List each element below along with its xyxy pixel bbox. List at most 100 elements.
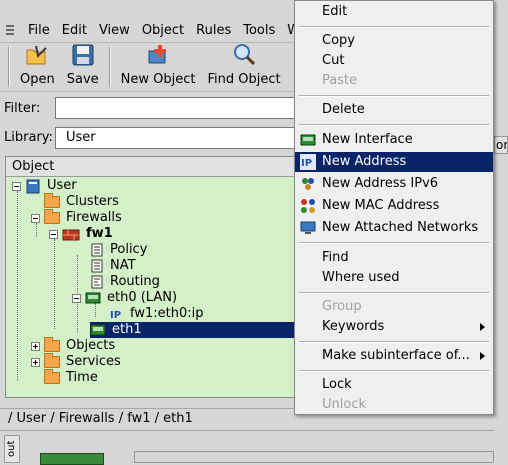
- new-object-button-label: New Object: [120, 72, 196, 87]
- expand-icon[interactable]: [31, 341, 40, 351]
- magnifier-icon: [234, 44, 256, 66]
- folder-icon: [44, 337, 60, 352]
- tree-item-label: Time: [66, 370, 98, 385]
- tree-item-nat[interactable]: NAT: [90, 258, 136, 274]
- right-edge-area: or: [494, 0, 508, 462]
- folder-icon: [44, 193, 60, 208]
- menu-item-copy[interactable]: Copy: [295, 31, 493, 51]
- tree-item-label: NAT: [110, 258, 136, 273]
- menu-item-where-used[interactable]: Where used: [295, 268, 493, 288]
- menu-item-paste[interactable]: Paste: [295, 71, 493, 91]
- tree-item-eth1[interactable]: eth1: [90, 322, 304, 338]
- tree-item-label: eth0 (LAN): [107, 290, 178, 305]
- filter-input[interactable]: [55, 97, 305, 119]
- menu-item-label: New Interface: [322, 132, 413, 147]
- menu-item-delete[interactable]: Delete: [295, 100, 493, 120]
- menu-object[interactable]: Object: [136, 20, 190, 42]
- tree-item-label: Clusters: [66, 194, 119, 209]
- menu-separator: [299, 124, 489, 126]
- menu-separator: [299, 95, 489, 97]
- menu-item-new-address-ipv6[interactable]: New Address IPv6: [295, 174, 493, 194]
- tree-item-clusters[interactable]: Clusters: [31, 193, 119, 210]
- find-object-button-label: Find Object: [207, 72, 281, 87]
- firewall-builder-window: File Edit View Object Rules Tools Wind O…: [0, 0, 508, 465]
- menu-tools[interactable]: Tools: [237, 20, 281, 42]
- tree-item-user[interactable]: User: [12, 178, 77, 194]
- menu-item-new-attached-networks[interactable]: New Attached Networks: [295, 218, 493, 238]
- tree-guide-line: [17, 191, 18, 381]
- save-disk-icon: [72, 44, 94, 66]
- ip-address-icon: IP: [300, 154, 316, 170]
- menu-rules[interactable]: Rules: [190, 20, 237, 42]
- menu-item-label: New Address: [322, 154, 407, 169]
- tree-item-firewalls[interactable]: Firewalls: [31, 209, 122, 226]
- menu-item-group[interactable]: Group: [295, 297, 493, 317]
- menu-item-label: New MAC Address: [322, 198, 440, 213]
- tree-item-policy[interactable]: Policy: [90, 242, 147, 258]
- filter-label: Filter:: [4, 101, 41, 116]
- mac-address-icon: [301, 199, 315, 213]
- menu-item-new-mac-address[interactable]: New MAC Address: [295, 196, 493, 216]
- folder-icon: [44, 369, 60, 384]
- ip-address-icon: IP: [110, 310, 121, 321]
- tree-column-header[interactable]: Object: [6, 157, 304, 177]
- interface-icon: [85, 292, 101, 304]
- collapse-icon[interactable]: [12, 181, 21, 191]
- menu-item-make-subinterface[interactable]: Make subinterface of...: [295, 346, 493, 366]
- tree-item-label: Policy: [110, 242, 148, 257]
- collapse-icon[interactable]: [49, 229, 58, 239]
- tree-item-routing[interactable]: Routing: [90, 274, 160, 290]
- menu-edit[interactable]: Edit: [56, 20, 93, 42]
- menu-separator: [299, 26, 489, 28]
- collapse-icon[interactable]: [31, 213, 40, 223]
- tree-item-label: Routing: [110, 274, 160, 289]
- menu-file[interactable]: File: [22, 20, 56, 42]
- object-tree[interactable]: Object User Clusters Firewalls fw1 Polic…: [5, 156, 305, 398]
- open-folder-icon: [26, 45, 48, 65]
- tree-item-label: User: [47, 178, 77, 193]
- tree-item-label: eth1: [112, 322, 142, 337]
- find-object-button[interactable]: Find Object: [201, 42, 286, 91]
- tree-item-time[interactable]: Time: [31, 369, 98, 386]
- new-object-button[interactable]: New Object: [115, 42, 202, 91]
- menu-item-lock[interactable]: Lock: [295, 375, 493, 395]
- menu-separator: [299, 292, 489, 294]
- expand-icon[interactable]: [31, 357, 40, 367]
- open-button[interactable]: Open: [14, 42, 61, 91]
- panel-icon: [40, 453, 104, 465]
- library-select[interactable]: User: [55, 127, 305, 149]
- tree-item-eth0[interactable]: eth0 (LAN): [72, 290, 177, 306]
- tree-item-label: Firewalls: [66, 210, 122, 225]
- context-menu: Edit Copy Cut Paste Delete New Interface…: [294, 0, 494, 415]
- collapse-icon[interactable]: [72, 293, 81, 303]
- save-button[interactable]: Save: [61, 42, 105, 91]
- tree-guide-line: [54, 239, 55, 329]
- menu-view[interactable]: View: [93, 20, 136, 42]
- menu-item-label: New Attached Networks: [322, 220, 479, 235]
- menu-item-label: Make subinterface of...: [322, 348, 470, 363]
- menu-item-edit[interactable]: Edit: [295, 2, 493, 22]
- menu-item-unlock[interactable]: Unlock: [295, 395, 493, 415]
- policy-icon: [91, 243, 103, 257]
- menu-item-label: New Address IPv6: [322, 176, 439, 191]
- menu-item-new-address[interactable]: IP New Address: [295, 152, 493, 172]
- menu-item-new-interface[interactable]: New Interface: [295, 130, 493, 150]
- ipv6-address-icon: [302, 178, 314, 190]
- save-button-label: Save: [66, 72, 99, 87]
- svg-text:IP: IP: [110, 310, 121, 321]
- menu-item-find[interactable]: Find: [295, 248, 493, 268]
- toolbar-handle: [8, 47, 10, 87]
- menubar-grip-icon: [4, 24, 16, 38]
- menu-item-keywords[interactable]: Keywords: [295, 317, 493, 337]
- interface-icon: [90, 324, 106, 336]
- tree-item-objects[interactable]: Objects: [31, 337, 116, 354]
- output-tab[interactable]: out: [4, 435, 20, 463]
- editor-panel-frame: [134, 451, 494, 463]
- tree-item-services[interactable]: Services: [31, 353, 121, 370]
- tree-item-label: Objects: [66, 338, 116, 353]
- routing-icon: [91, 275, 103, 289]
- submenu-arrow-icon: [480, 352, 485, 360]
- menu-item-cut[interactable]: Cut: [295, 51, 493, 71]
- tree-item-eth0-address[interactable]: IP fw1:eth0:ip: [110, 306, 203, 322]
- tree-item-fw1[interactable]: fw1: [49, 226, 113, 242]
